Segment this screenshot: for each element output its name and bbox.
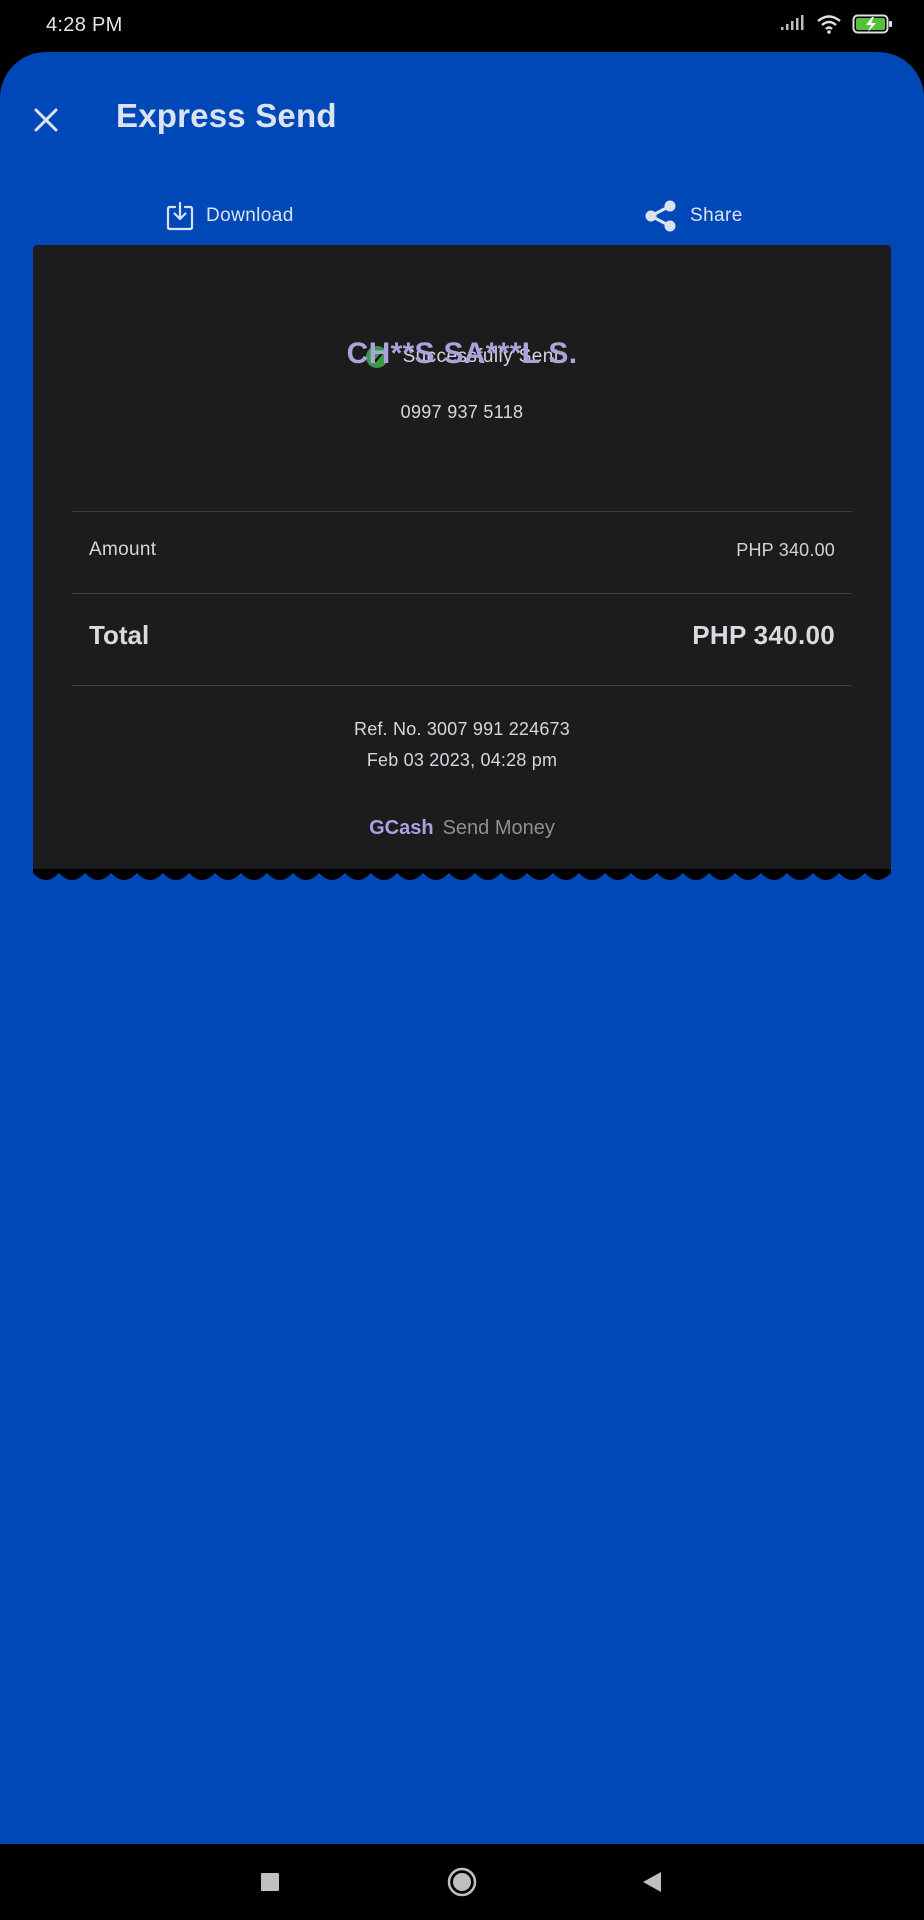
wifi-icon <box>816 13 842 40</box>
close-button[interactable] <box>28 102 64 138</box>
back-triangle-icon <box>643 1872 661 1892</box>
total-label: Total <box>89 619 150 650</box>
service-name: Send Money <box>442 817 555 839</box>
amount-label: Amount <box>89 539 157 560</box>
page-title: Express Send <box>116 97 337 134</box>
divider <box>72 511 852 512</box>
status-bar: 4:28 PM <box>0 0 924 52</box>
total-value: PHP 340.00 <box>692 619 835 650</box>
share-button[interactable]: Share <box>644 196 743 236</box>
receipt-card: Successfully Sent CH**S SA***L S. 0997 9… <box>33 245 891 869</box>
recipient-name: CH**S SA***L S. <box>346 337 578 370</box>
share-label: Share <box>690 205 743 226</box>
back-button[interactable] <box>632 1862 672 1902</box>
download-button[interactable]: Download <box>166 196 294 236</box>
battery-charging-icon <box>852 13 894 40</box>
recipient-number: 0997 937 5118 <box>400 402 524 422</box>
download-icon <box>166 201 194 231</box>
download-label: Download <box>206 205 294 226</box>
amount-value: PHP 340.00 <box>736 539 835 560</box>
home-circle-icon <box>447 1867 477 1897</box>
amount-row: Amount PHP 340.00 <box>89 535 835 565</box>
total-row: Total PHP 340.00 <box>89 615 835 655</box>
recent-apps-button[interactable] <box>250 1862 290 1902</box>
brand-logo: GCash <box>369 817 434 839</box>
square-icon <box>261 1873 279 1891</box>
receipt-torn-edge <box>33 869 891 893</box>
home-button[interactable] <box>442 1862 482 1902</box>
status-icons <box>780 14 894 38</box>
brand-line: GCash Send Money <box>33 817 891 840</box>
divider <box>72 685 852 686</box>
divider <box>72 593 852 594</box>
navigation-bar <box>0 1844 924 1920</box>
reference-number: Ref. No. 3007 991 224673 <box>354 719 570 739</box>
signal-icon <box>780 14 806 39</box>
close-icon <box>34 108 58 132</box>
status-time: 4:28 PM <box>46 14 123 36</box>
share-icon <box>645 200 676 232</box>
transaction-datetime: Feb 03 2023, 04:28 pm <box>366 750 558 770</box>
